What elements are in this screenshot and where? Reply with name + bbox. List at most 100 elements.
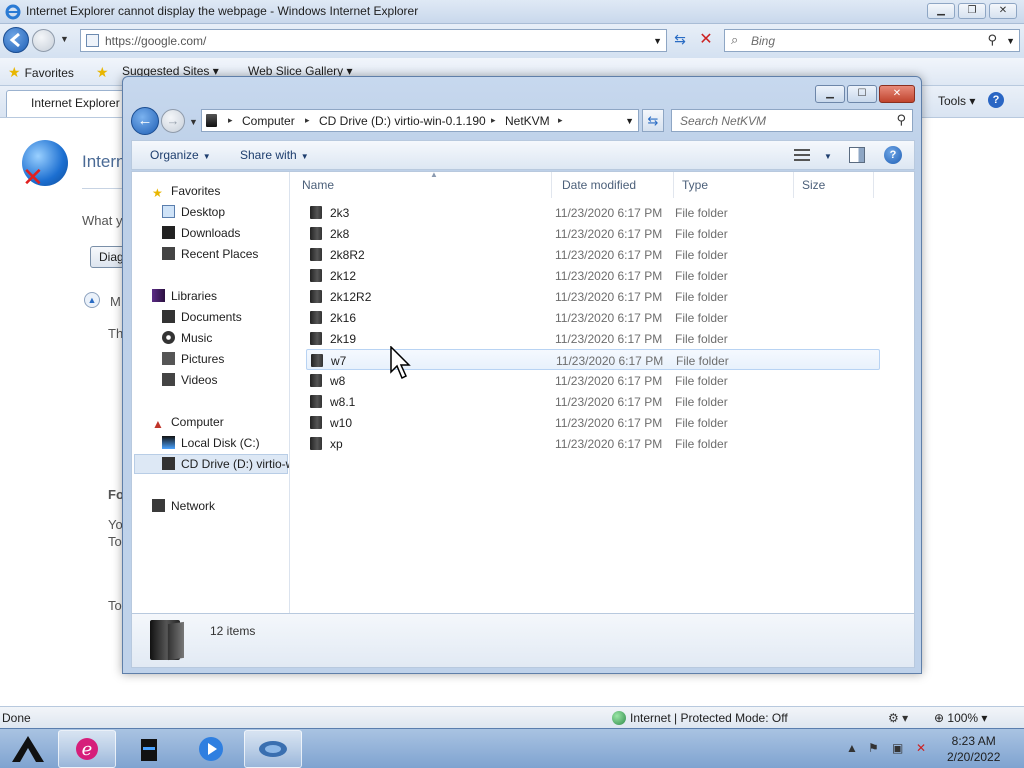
breadcrumb-arrow[interactable]: ▸ bbox=[305, 115, 310, 126]
address-dropdown[interactable]: ▼ bbox=[653, 36, 662, 46]
explorer-close-button[interactable]: ✕ bbox=[879, 85, 915, 103]
file-type: File folder bbox=[675, 227, 728, 241]
favorites-button[interactable]: ★ Favorites bbox=[8, 64, 74, 81]
tab-current[interactable]: Internet Explorer bbox=[6, 90, 126, 117]
explorer-back-button[interactable]: ← bbox=[131, 107, 159, 135]
help-icon[interactable]: ? bbox=[988, 92, 1004, 108]
share-with-button[interactable]: Share with ▼ bbox=[240, 148, 309, 162]
breadcrumb-arrow[interactable]: ▸ bbox=[491, 115, 496, 126]
network-tray-icon[interactable]: ▣ bbox=[892, 741, 903, 755]
nav-music[interactable]: Music bbox=[162, 331, 212, 345]
command-bar: Organize ▼ Share with ▼ ▼ ? bbox=[131, 140, 915, 170]
file-type: File folder bbox=[676, 354, 729, 368]
close-button[interactable]: ✕ bbox=[989, 3, 1017, 19]
file-date: 11/23/2020 6:17 PM bbox=[555, 311, 663, 325]
column-name[interactable]: ▲ Name bbox=[294, 170, 552, 198]
start-button[interactable] bbox=[0, 730, 56, 768]
explorer-maximize-button[interactable]: ☐ bbox=[847, 85, 877, 103]
change-view-icon[interactable] bbox=[794, 149, 810, 161]
nav-local-disk[interactable]: Local Disk (C:) bbox=[162, 436, 260, 450]
search-icon[interactable]: ⚲ bbox=[987, 32, 997, 48]
file-row-2k12R2[interactable]: 2k12R2 11/23/2020 6:17 PM File folder bbox=[306, 286, 880, 307]
network-icon bbox=[152, 499, 165, 512]
protected-mode-icon[interactable]: ⚙ ▾ bbox=[888, 711, 908, 725]
file-row-2k16[interactable]: 2k16 11/23/2020 6:17 PM File folder bbox=[306, 307, 880, 328]
organize-button[interactable]: Organize ▼ bbox=[150, 148, 211, 162]
clock[interactable]: 8:23 AM 2/20/2022 bbox=[947, 733, 1000, 765]
minimize-button[interactable]: ▁ bbox=[927, 3, 955, 19]
add-favorite-icon[interactable]: ★ bbox=[96, 64, 113, 81]
search-box[interactable]: ⌕ Bing ⚲ ▼ bbox=[724, 29, 1020, 52]
file-row-2k8R2[interactable]: 2k8R2 11/23/2020 6:17 PM File folder bbox=[306, 244, 880, 265]
taskbar-media-player[interactable] bbox=[182, 730, 240, 768]
breadcrumb[interactable]: ▸ Computer ▸ CD Drive (D:) virtio-win-0.… bbox=[201, 109, 639, 132]
recent-locations-dropdown[interactable]: ▼ bbox=[189, 117, 198, 127]
column-date-modified[interactable]: Date modified bbox=[554, 172, 674, 198]
sort-ascending-icon: ▲ bbox=[430, 170, 438, 179]
nav-libraries[interactable]: Libraries bbox=[152, 289, 217, 303]
forward-arrow-icon: → bbox=[166, 113, 180, 128]
explorer-search-input[interactable]: Search NetKVM ⚲ bbox=[671, 109, 913, 132]
file-name: w10 bbox=[330, 416, 353, 430]
preview-pane-icon[interactable] bbox=[849, 147, 865, 163]
refresh-button[interactable]: ⇆ bbox=[670, 31, 690, 51]
file-row-w10[interactable]: w10 11/23/2020 6:17 PM File folder bbox=[306, 412, 880, 433]
explorer-refresh-button[interactable]: ⇆ bbox=[642, 109, 664, 132]
cd-drive-icon bbox=[206, 114, 217, 127]
libraries-icon bbox=[152, 289, 165, 302]
file-row-w8.1[interactable]: w8.1 11/23/2020 6:17 PM File folder bbox=[306, 391, 880, 412]
file-date: 11/23/2020 6:17 PM bbox=[555, 416, 663, 430]
more-info-toggle[interactable]: ▲ bbox=[84, 292, 100, 308]
taskbar-network-app[interactable] bbox=[244, 730, 302, 768]
taskbar-explorer[interactable] bbox=[120, 730, 178, 768]
file-row-2k3[interactable]: 2k3 11/23/2020 6:17 PM File folder bbox=[306, 202, 880, 223]
file-type: File folder bbox=[675, 248, 728, 262]
column-type[interactable]: Type bbox=[674, 172, 794, 198]
column-size[interactable]: Size bbox=[794, 172, 874, 198]
folder-icon bbox=[310, 227, 322, 240]
taskbar-ie[interactable]: e bbox=[58, 730, 116, 768]
breadcrumb-cd-drive[interactable]: CD Drive (D:) virtio-win-0.1.190 bbox=[319, 114, 486, 128]
nav-network[interactable]: Network bbox=[152, 499, 215, 513]
action-center-flag-icon[interactable]: ⚑ bbox=[868, 741, 879, 755]
help-icon[interactable]: ? bbox=[884, 146, 902, 164]
back-button[interactable] bbox=[3, 27, 29, 53]
file-type: File folder bbox=[675, 311, 728, 325]
nav-pictures[interactable]: Pictures bbox=[162, 352, 224, 366]
search-options-dropdown[interactable]: ▼ bbox=[1006, 36, 1015, 46]
nav-cd-drive[interactable]: CD Drive (D:) virtio-w bbox=[162, 457, 289, 471]
breadcrumb-arrow[interactable]: ▸ bbox=[228, 115, 233, 126]
security-zone[interactable]: Internet | Protected Mode: Off bbox=[612, 711, 788, 725]
explorer-forward-button[interactable]: → bbox=[161, 109, 185, 133]
volume-muted-icon[interactable]: ✕ bbox=[916, 741, 926, 755]
breadcrumb-history-dropdown[interactable]: ▼ bbox=[625, 116, 634, 126]
address-bar[interactable]: https://google.com/ ▼ bbox=[80, 29, 667, 52]
file-date: 11/23/2020 6:17 PM bbox=[555, 395, 663, 409]
nav-downloads[interactable]: Downloads bbox=[162, 226, 240, 240]
folder-icon bbox=[310, 416, 322, 429]
nav-documents[interactable]: Documents bbox=[162, 310, 242, 324]
file-row-2k12[interactable]: 2k12 11/23/2020 6:17 PM File folder bbox=[306, 265, 880, 286]
file-row-2k8[interactable]: 2k8 11/23/2020 6:17 PM File folder bbox=[306, 223, 880, 244]
nav-desktop[interactable]: Desktop bbox=[162, 205, 225, 219]
stop-button[interactable]: ✕ bbox=[696, 29, 716, 49]
recent-pages-dropdown[interactable]: ▼ bbox=[60, 34, 69, 44]
file-name: w8.1 bbox=[330, 395, 356, 409]
tools-menu[interactable]: Tools ▾ bbox=[938, 94, 975, 108]
forward-button[interactable] bbox=[32, 29, 55, 52]
breadcrumb-arrow[interactable]: ▸ bbox=[558, 115, 563, 126]
nav-favorites[interactable]: ★ Favorites bbox=[152, 184, 220, 200]
explorer-minimize-button[interactable]: ▁ bbox=[815, 85, 845, 103]
restore-button[interactable]: ❐ bbox=[958, 3, 986, 19]
file-type: File folder bbox=[675, 332, 728, 346]
zoom-control[interactable]: ⊕ 100% ▾ bbox=[934, 711, 987, 725]
show-hidden-icons[interactable]: ▲ bbox=[846, 741, 858, 755]
address-url: https://google.com/ bbox=[105, 34, 207, 48]
nav-videos[interactable]: Videos bbox=[162, 373, 217, 387]
nav-computer[interactable]: ▲ Computer bbox=[152, 415, 224, 431]
breadcrumb-netkvm[interactable]: NetKVM bbox=[505, 114, 550, 128]
view-options-dropdown[interactable]: ▼ bbox=[820, 148, 832, 162]
file-row-xp[interactable]: xp 11/23/2020 6:17 PM File folder bbox=[306, 433, 880, 454]
breadcrumb-computer[interactable]: Computer bbox=[242, 114, 295, 128]
nav-recent-places[interactable]: Recent Places bbox=[162, 247, 258, 261]
